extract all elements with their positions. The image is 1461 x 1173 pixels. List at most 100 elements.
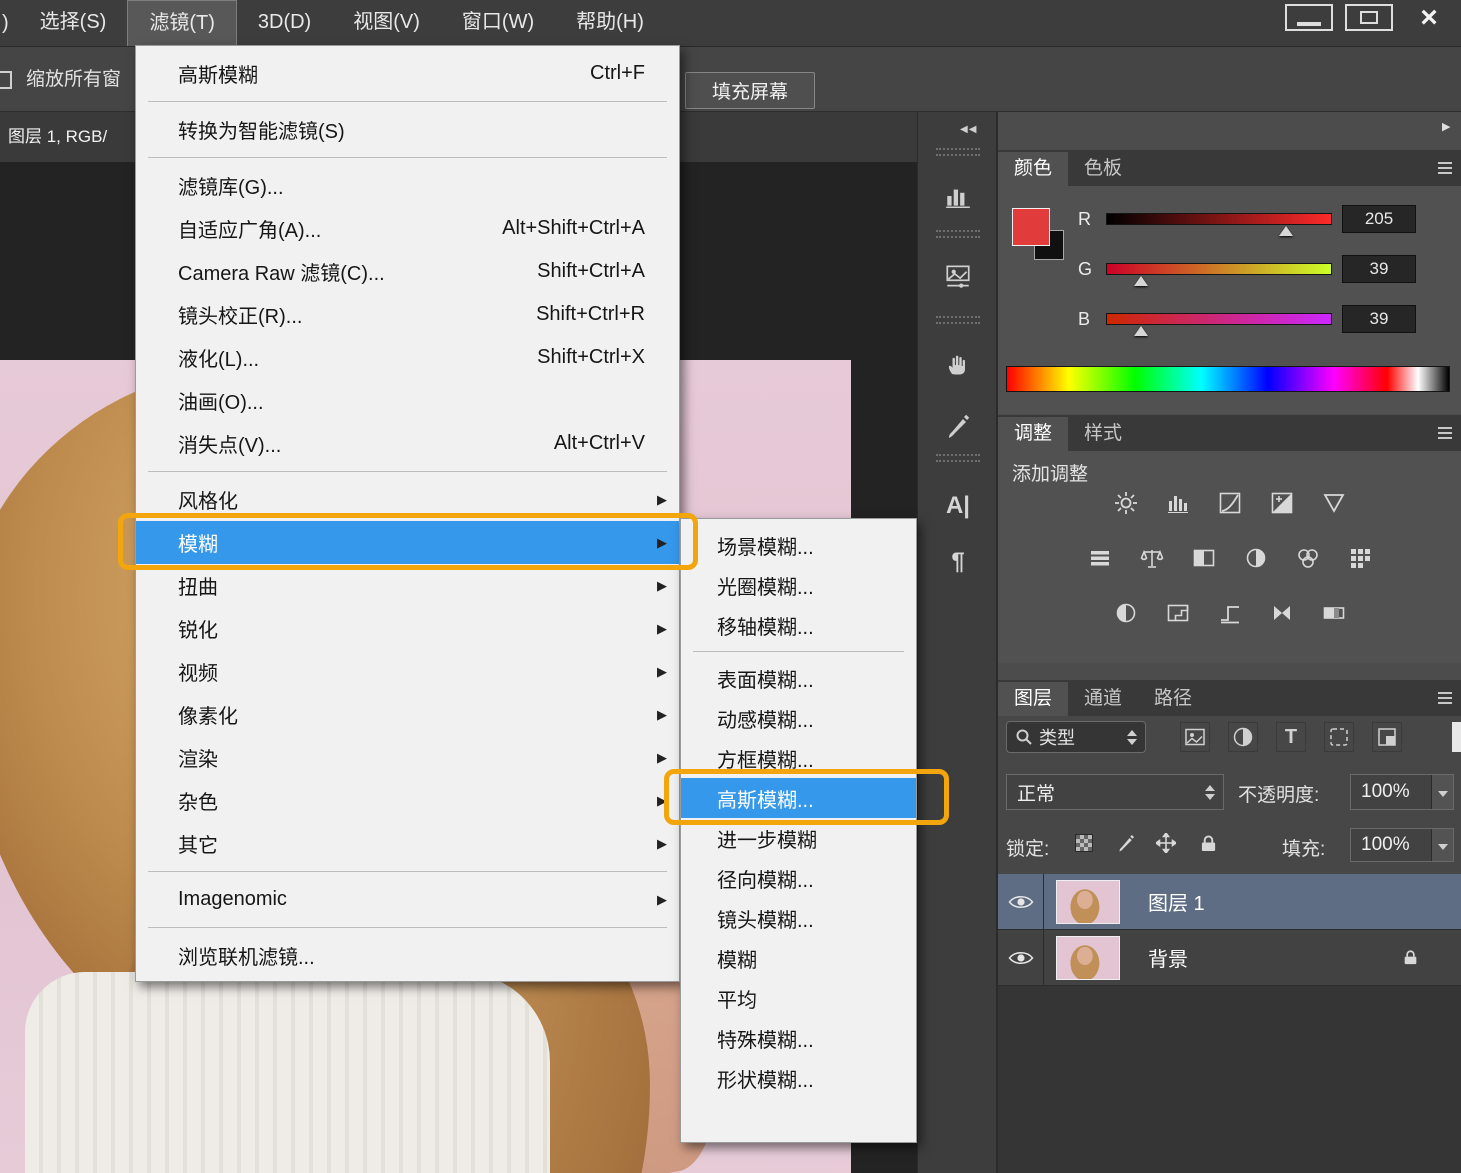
layer-name[interactable]: 背景	[1148, 943, 1188, 972]
checkbox-fragment[interactable]	[0, 71, 12, 89]
green-slider-thumb[interactable]	[1133, 276, 1148, 286]
filter-smart-objects-icon[interactable]	[1372, 722, 1402, 752]
menubar-item-filter[interactable]: 滤镜(T)	[127, 0, 237, 46]
menu-item-imagenomic[interactable]: Imagenomic ▶	[136, 878, 679, 921]
tab-layers[interactable]: 图层	[998, 682, 1069, 716]
character-panel-icon[interactable]: A|	[936, 484, 980, 528]
dropdown-arrow-icon[interactable]	[1431, 829, 1453, 861]
menu-item-pixelate[interactable]: 像素化 ▶	[136, 693, 679, 736]
menubar-item-view[interactable]: 视图(V)	[332, 0, 441, 46]
layer-visibility-cell[interactable]	[998, 874, 1044, 929]
lock-position-icon[interactable]	[1154, 831, 1178, 855]
menu-item-camera-raw[interactable]: Camera Raw 滤镜(C)... Shift+Ctrl+A	[136, 250, 679, 293]
channel-mixer-icon[interactable]	[1295, 546, 1321, 570]
layer-row-layer1[interactable]: 图层 1	[998, 874, 1461, 930]
color-lookup-icon[interactable]	[1347, 546, 1373, 570]
menu-item-sharpen[interactable]: 锐化 ▶	[136, 607, 679, 650]
color-balance-icon[interactable]	[1139, 546, 1165, 570]
submenu-item-motion-blur[interactable]: 动感模糊...	[681, 698, 916, 738]
panel-menu-icon[interactable]	[1438, 692, 1452, 704]
menu-item-filter-gallery[interactable]: 滤镜库(G)...	[136, 164, 679, 207]
layer-filter-type-dropdown[interactable]: 类型	[1006, 721, 1146, 753]
layer-row-background[interactable]: 背景	[998, 930, 1461, 986]
red-slider-thumb[interactable]	[1279, 226, 1294, 236]
blend-mode-dropdown[interactable]: 正常	[1006, 774, 1224, 810]
posterize-icon[interactable]	[1165, 601, 1191, 625]
blue-slider[interactable]	[1106, 313, 1332, 336]
photo-filter-icon[interactable]	[1243, 546, 1269, 570]
paragraph-panel-icon[interactable]: ¶	[936, 540, 980, 584]
color-spectrum-ramp[interactable]	[1006, 366, 1450, 392]
menubar-item-3d[interactable]: 3D(D)	[237, 0, 332, 46]
curves-icon[interactable]	[1217, 491, 1243, 515]
black-white-icon[interactable]	[1191, 546, 1217, 570]
tab-channels[interactable]: 通道	[1068, 682, 1138, 716]
submenu-item-iris-blur[interactable]: 光圈模糊...	[681, 565, 916, 605]
menu-item-vanishing-point[interactable]: 消失点(V)... Alt+Ctrl+V	[136, 422, 679, 465]
tab-color[interactable]: 颜色	[998, 152, 1069, 186]
submenu-item-smart-blur[interactable]: 特殊模糊...	[681, 1018, 916, 1058]
brush-panel-icon[interactable]	[936, 404, 980, 448]
filter-type-layers-icon[interactable]: T	[1276, 722, 1306, 752]
layer-name[interactable]: 图层 1	[1148, 887, 1205, 916]
foreground-color-swatch[interactable]	[1012, 208, 1050, 246]
brightness-contrast-icon[interactable]	[1113, 491, 1139, 515]
filter-adjustment-layers-icon[interactable]	[1228, 722, 1258, 752]
filter-shape-layers-icon[interactable]	[1324, 722, 1354, 752]
submenu-item-surface-blur[interactable]: 表面模糊...	[681, 658, 916, 698]
menubar-item-select[interactable]: 选择(S)	[19, 0, 128, 46]
document-tab-label[interactable]: 图层 1, RGB/	[8, 127, 107, 146]
close-button[interactable]: ×	[1405, 3, 1453, 33]
dropdown-arrow-icon[interactable]	[1431, 775, 1453, 809]
submenu-item-lens-blur[interactable]: 镜头模糊...	[681, 898, 916, 938]
threshold-icon[interactable]	[1217, 601, 1243, 625]
filter-pixel-layers-icon[interactable]	[1180, 722, 1210, 752]
menu-item-gaussian-blur-repeat[interactable]: 高斯模糊 Ctrl+F	[136, 52, 679, 95]
gradient-map-icon[interactable]	[1321, 601, 1347, 625]
properties-panel-icon[interactable]	[936, 254, 980, 298]
menubar-item-help[interactable]: 帮助(H)	[555, 0, 665, 46]
lock-paint-icon[interactable]	[1114, 831, 1138, 855]
maximize-button[interactable]	[1345, 4, 1393, 31]
histogram-panel-icon[interactable]	[936, 174, 980, 218]
menu-item-video[interactable]: 视频 ▶	[136, 650, 679, 693]
menu-item-lens-correction[interactable]: 镜头校正(R)... Shift+Ctrl+R	[136, 293, 679, 336]
levels-icon[interactable]	[1165, 491, 1191, 515]
invert-icon[interactable]	[1113, 601, 1139, 625]
red-slider[interactable]	[1106, 213, 1332, 236]
panel-grip[interactable]	[936, 230, 980, 238]
selective-color-icon[interactable]	[1269, 601, 1295, 625]
submenu-item-tilt-shift-blur[interactable]: 移轴模糊...	[681, 605, 916, 645]
layer-visibility-cell[interactable]	[998, 930, 1044, 985]
vibrance-icon[interactable]	[1321, 491, 1347, 515]
submenu-item-radial-blur[interactable]: 径向模糊...	[681, 858, 916, 898]
menu-item-distort[interactable]: 扭曲 ▶	[136, 564, 679, 607]
zoom-all-windows-label[interactable]: 缩放所有窗	[26, 47, 121, 112]
blue-value-field[interactable]: 39	[1342, 305, 1416, 333]
green-slider[interactable]	[1106, 263, 1332, 286]
menu-item-render[interactable]: 渲染 ▶	[136, 736, 679, 779]
menu-item-browse-filters-online[interactable]: 浏览联机滤镜...	[136, 934, 679, 977]
menu-item-noise[interactable]: 杂色 ▶	[136, 779, 679, 822]
panel-grip[interactable]	[936, 454, 980, 462]
tab-styles[interactable]: 样式	[1068, 417, 1138, 451]
green-value-field[interactable]: 39	[1342, 255, 1416, 283]
collapse-panels-icon[interactable]: ◀◀	[960, 124, 977, 135]
submenu-item-shape-blur[interactable]: 形状模糊...	[681, 1058, 916, 1098]
opacity-dropdown[interactable]: 100%	[1350, 774, 1454, 810]
menu-item-other[interactable]: 其它 ▶	[136, 822, 679, 865]
red-value-field[interactable]: 205	[1342, 205, 1416, 233]
panel-grip[interactable]	[936, 148, 980, 156]
lock-transparency-icon[interactable]	[1072, 831, 1096, 855]
hand-panel-icon[interactable]	[936, 342, 980, 386]
menu-item-liquify[interactable]: 液化(L)... Shift+Ctrl+X	[136, 336, 679, 379]
submenu-item-average[interactable]: 平均	[681, 978, 916, 1018]
fill-screen-button[interactable]: 填充屏幕	[685, 72, 815, 109]
panel-expand-icon[interactable]: ▶	[1442, 120, 1450, 133]
menubar-item-window[interactable]: 窗口(W)	[441, 0, 555, 46]
layer-thumbnail[interactable]	[1056, 935, 1120, 980]
panel-menu-icon[interactable]	[1438, 162, 1452, 174]
submenu-item-field-blur[interactable]: 场景模糊...	[681, 525, 916, 565]
panel-menu-icon[interactable]	[1438, 427, 1452, 439]
panel-grip[interactable]	[936, 316, 980, 324]
